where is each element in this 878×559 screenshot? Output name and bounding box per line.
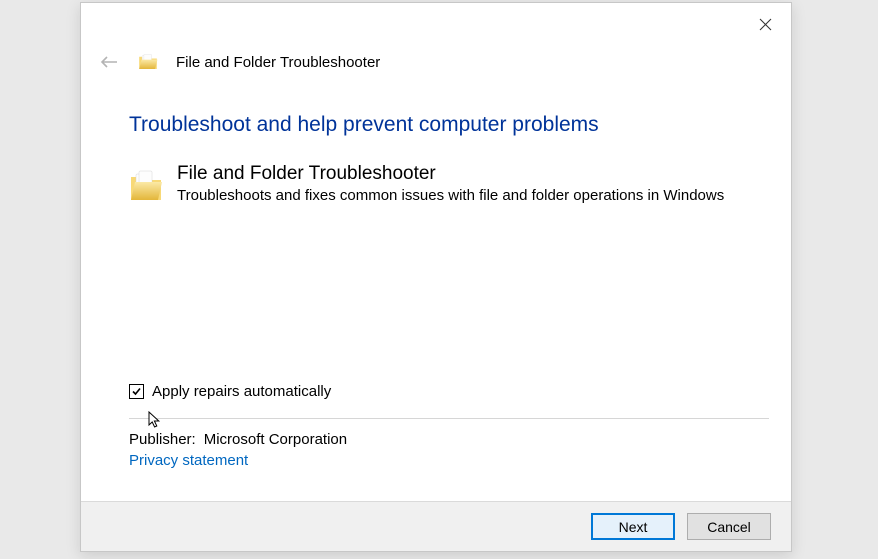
close-icon	[759, 18, 772, 31]
checkmark-icon	[131, 386, 142, 397]
folder-icon	[138, 52, 158, 72]
header-title: File and Folder Troubleshooter	[176, 54, 380, 71]
program-description: Troubleshoots and fixes common issues wi…	[177, 187, 724, 204]
back-button[interactable]	[98, 51, 120, 73]
separator	[129, 418, 769, 419]
publisher-label: Publisher:	[129, 431, 196, 448]
close-button[interactable]	[751, 11, 779, 37]
program-info: File and Folder Troubleshooter Troublesh…	[129, 163, 769, 205]
next-button[interactable]: Next	[591, 513, 675, 540]
troubleshooter-dialog: File and Folder Troubleshooter Troublesh…	[80, 2, 792, 552]
page-heading: Troubleshoot and help prevent computer p…	[129, 113, 769, 137]
dialog-footer: Next Cancel	[81, 501, 791, 551]
back-arrow-icon	[100, 55, 118, 69]
privacy-link[interactable]: Privacy statement	[129, 452, 248, 469]
publisher-row: Publisher: Microsoft Corporation	[129, 431, 769, 448]
folder-icon	[129, 167, 163, 205]
program-name: File and Folder Troubleshooter	[177, 163, 724, 185]
apply-repairs-label[interactable]: Apply repairs automatically	[152, 383, 331, 400]
cancel-button[interactable]: Cancel	[687, 513, 771, 540]
apply-repairs-checkbox[interactable]	[129, 384, 144, 399]
publisher-value: Microsoft Corporation	[204, 431, 347, 448]
